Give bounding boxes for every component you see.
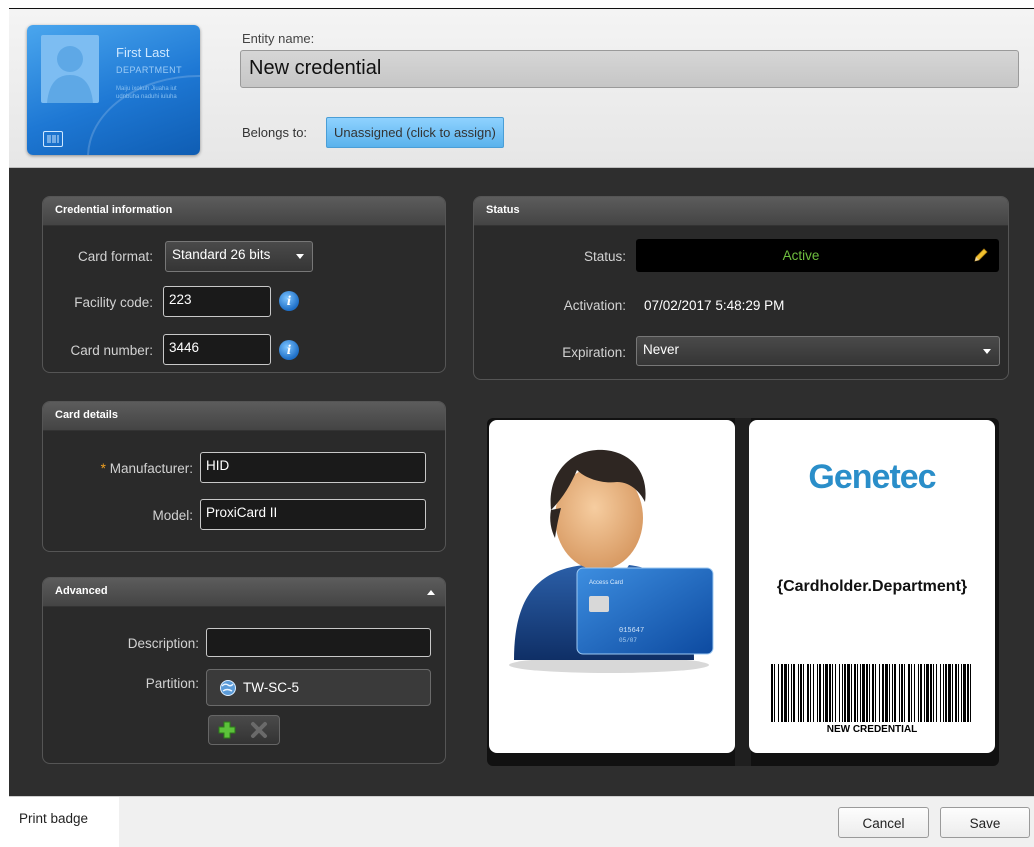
belongs-to-label: Belongs to:	[242, 125, 308, 140]
chevron-up-icon[interactable]	[427, 590, 435, 595]
card-thumb-fine-print: Maiju ixokuh Jiuaha iut udnbuha naduhi i…	[116, 86, 177, 100]
expiration-dropdown[interactable]: Never	[636, 336, 1000, 366]
entity-name-label: Entity name:	[242, 31, 315, 46]
status-field[interactable]: Active	[636, 239, 999, 272]
expiration-value: Never	[643, 342, 680, 357]
card-thumb-department: DEPARTMENT	[116, 65, 183, 75]
access-card-number: 015647	[619, 627, 644, 635]
description-label: Description:	[127, 636, 199, 651]
info-icon[interactable]: i	[279, 340, 299, 360]
print-badge-button[interactable]: Print badge	[9, 797, 119, 847]
card-details-title: Card details	[43, 402, 445, 431]
activation-label: Activation:	[563, 298, 626, 313]
dialog-footer: Print badge Cancel Save	[9, 796, 1034, 847]
credential-window: First Last DEPARTMENT Maiju ixokuh Jiuah…	[9, 8, 1034, 847]
status-value: Active	[782, 248, 820, 263]
access-card-label: Access Card	[589, 580, 623, 586]
manufacturer-input[interactable]: HID	[200, 452, 426, 483]
cardholder-department-field: {Cardholder.Department}	[776, 578, 968, 595]
facility-code-input[interactable]: 223	[163, 286, 271, 317]
save-button[interactable]: Save	[940, 807, 1030, 838]
manufacturer-label: Manufacturer:	[109, 461, 193, 476]
access-card-expiry: 05/07	[619, 637, 637, 644]
belongs-to-assign-button[interactable]: Unassigned (click to assign)	[326, 117, 504, 148]
add-icon[interactable]	[217, 720, 237, 745]
facility-code-label: Facility code:	[74, 295, 153, 310]
card-photo-placeholder	[41, 35, 99, 103]
partition-label: Partition:	[145, 676, 199, 691]
credential-information-title: Credential information	[43, 197, 445, 226]
partition-list[interactable]: TW-SC-5	[206, 669, 431, 706]
description-input[interactable]	[206, 628, 431, 657]
card-details-panel: Card details * Manufacturer: HID Model: …	[42, 401, 446, 552]
cancel-button[interactable]: Cancel	[838, 807, 929, 838]
badge-barcode	[771, 664, 971, 722]
badge-front: Access Card 015647 05/07	[489, 420, 735, 753]
barcode-caption: NEW CREDENTIAL	[826, 724, 918, 735]
chevron-down-icon	[296, 254, 304, 259]
required-marker: *	[100, 461, 106, 476]
card-number-label: Card number:	[70, 343, 153, 358]
entity-name-input[interactable]: New credential	[240, 50, 1019, 88]
pencil-icon[interactable]	[972, 246, 990, 269]
activation-value: 07/02/2017 5:48:29 PM	[644, 298, 785, 313]
globe-icon	[219, 679, 237, 702]
credential-information-panel: Credential information Card format: Stan…	[42, 196, 446, 373]
card-format-dropdown[interactable]: Standard 26 bits	[165, 241, 313, 272]
status-label: Status:	[583, 249, 626, 264]
partition-action-bar	[208, 715, 280, 745]
remove-icon[interactable]	[249, 720, 269, 745]
expiration-label: Expiration:	[562, 345, 626, 360]
status-panel-title: Status	[474, 197, 1008, 226]
model-input[interactable]: ProxiCard II	[200, 499, 426, 530]
badge-back: Genetec {Cardholder.Department} NEW CRED…	[749, 420, 995, 753]
barcode-icon	[43, 131, 63, 147]
card-format-value: Standard 26 bits	[172, 247, 271, 262]
chevron-down-icon	[983, 349, 991, 354]
card-number-input[interactable]: 3446	[163, 334, 271, 365]
card-format-label: Card format:	[77, 249, 153, 264]
info-icon[interactable]: i	[279, 291, 299, 311]
model-label: Model:	[152, 508, 193, 523]
partition-value: TW-SC-5	[243, 680, 299, 695]
credential-card-thumbnail[interactable]: First Last DEPARTMENT Maiju ixokuh Jiuah…	[27, 25, 200, 155]
cardholder-avatar-icon: Access Card 015647 05/07	[509, 449, 714, 673]
advanced-title-text: Advanced	[55, 585, 108, 597]
genetec-logo: Genetec	[808, 458, 936, 496]
status-panel: Status Status: Active Activation: 07/02/…	[473, 196, 1009, 380]
manufacturer-label-group: * Manufacturer:	[49, 461, 193, 476]
print-badge-label: Print badge	[19, 811, 89, 826]
advanced-panel: Advanced Description: Partition: TW-SC-5	[42, 577, 446, 764]
card-thumb-name: First Last	[116, 45, 170, 60]
advanced-title[interactable]: Advanced	[43, 578, 445, 607]
entity-header: First Last DEPARTMENT Maiju ixokuh Jiuah…	[9, 9, 1034, 168]
